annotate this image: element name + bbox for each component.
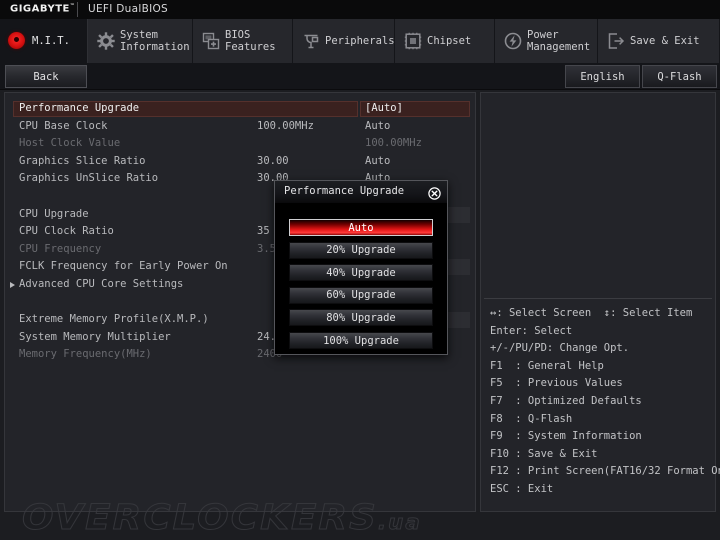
setting-option-value: [Auto] xyxy=(365,102,403,114)
setting-option-value: Auto xyxy=(365,119,391,132)
watermark-main: OVERCLOCKERS xyxy=(21,498,378,539)
setting-label: FCLK Frequency for Early Power On xyxy=(19,260,228,273)
dialog-option[interactable]: Auto xyxy=(289,219,433,236)
chip-plus-icon xyxy=(202,32,220,50)
qflash-button[interactable]: Q-Flash xyxy=(642,65,717,88)
dialog-options-list: Auto 20% Upgrade 40% Upgrade 60% Upgrade 80%… xyxy=(275,203,447,354)
trademark-symbol: ™ xyxy=(69,3,76,9)
dialog-title: Performance Upgrade xyxy=(284,185,405,197)
language-button[interactable]: English xyxy=(565,65,640,88)
help-line: F8 : Q-Flash xyxy=(490,412,573,425)
tab-peripherals[interactable]: Peripherals xyxy=(293,19,395,63)
setting-label: Host Clock Value xyxy=(19,137,121,150)
setting-label: Performance Upgrade xyxy=(19,102,140,114)
setting-row[interactable]: Graphics Slice Ratio 30.00 Auto xyxy=(5,154,475,171)
setting-current-value: 30.00 xyxy=(257,154,289,167)
submenu-arrow-icon xyxy=(10,282,15,288)
setting-label: Extreme Memory Profile(X.M.P.) xyxy=(19,313,209,326)
brand-subtitle: UEFI DualBIOS xyxy=(88,3,169,15)
dialog-title-bar: Performance Upgrade xyxy=(275,181,447,204)
tab-label: Save & Exit xyxy=(630,35,700,47)
setting-option-value: Auto xyxy=(365,154,391,167)
setting-label: Memory Frequency(MHz) xyxy=(19,348,152,361)
dialog-option[interactable]: 60% Upgrade xyxy=(289,286,433,304)
lightning-icon xyxy=(504,32,522,50)
gigabyte-logo-text: GIGABYTE xyxy=(10,3,70,15)
plug-icon xyxy=(302,32,320,50)
tab-label: BIOS Features xyxy=(225,29,276,53)
help-panel-divider xyxy=(484,298,712,299)
setting-current-value: 35 xyxy=(257,225,270,238)
tab-chipset[interactable]: Chipset xyxy=(395,19,495,63)
help-line: F5 : Previous Values xyxy=(490,377,623,390)
dialog-option[interactable]: 40% Upgrade xyxy=(289,264,433,282)
watermark: OVERCLOCKERS.ua xyxy=(21,498,422,539)
setting-label: CPU Clock Ratio xyxy=(19,225,114,238)
watermark-suffix: .ua xyxy=(377,510,422,535)
help-line: F9 : System Information xyxy=(490,430,642,443)
tab-save-exit[interactable]: Save & Exit xyxy=(598,19,720,63)
tab-label: M.I.T. xyxy=(32,35,70,47)
dialog-option[interactable]: 80% Upgrade xyxy=(289,309,433,327)
sub-toolbar: Back English Q-Flash xyxy=(0,63,720,90)
tab-label: Peripherals xyxy=(325,35,395,47)
gauge-icon xyxy=(8,32,25,49)
setting-label: CPU Frequency xyxy=(19,242,102,255)
chipset-icon xyxy=(404,32,422,50)
setting-label: Graphics UnSlice Ratio xyxy=(19,172,159,185)
back-button[interactable]: Back xyxy=(5,65,87,88)
help-line: Enter: Select xyxy=(490,324,573,337)
help-line: F1 : General Help xyxy=(490,359,604,372)
close-circle-icon[interactable] xyxy=(428,185,441,200)
help-line: ESC : Exit xyxy=(490,483,554,495)
tab-label: System Information xyxy=(120,29,190,53)
tab-label: Power Management xyxy=(527,29,591,53)
tab-m-i-t[interactable]: M.I.T. xyxy=(0,19,88,63)
performance-upgrade-dialog: Performance Upgrade Auto 20% Upgrade 40% U… xyxy=(274,180,448,355)
dialog-option[interactable]: 20% Upgrade xyxy=(289,241,433,259)
gigabyte-logo: GIGABYTE™ xyxy=(10,3,75,14)
setting-label: System Memory Multiplier xyxy=(19,330,171,343)
setting-label: Advanced CPU Core Settings xyxy=(19,278,184,290)
tab-label: Chipset xyxy=(427,35,472,47)
setting-row[interactable]: Performance Upgrade [Auto] xyxy=(5,101,475,118)
brand-divider xyxy=(77,2,78,17)
help-line: F10 : Save & Exit xyxy=(490,447,598,460)
setting-label: CPU Base Clock xyxy=(19,119,108,132)
setting-current-value: 100.00MHz xyxy=(257,119,314,132)
help-line: ↔: Select Screen ↕: Select Item xyxy=(490,307,693,319)
help-line: F12 : Print Screen(FAT16/32 Format Only) xyxy=(490,465,720,478)
brand-bar: GIGABYTE™ UEFI DualBIOS xyxy=(0,0,720,20)
tab-system-information[interactable]: System Information xyxy=(88,19,193,63)
gear-icon xyxy=(97,32,115,50)
setting-row[interactable]: Host Clock Value 100.00MHz xyxy=(5,136,475,153)
tab-bios-features[interactable]: BIOS Features xyxy=(193,19,293,63)
main-tab-bar: M.I.T. System Information BIOS Features Perip… xyxy=(0,19,720,63)
help-line: F7 : Optimized Defaults xyxy=(490,395,642,407)
help-line: +/-/PU/PD: Change Opt. xyxy=(490,342,630,355)
setting-option-value: 100.00MHz xyxy=(365,137,422,150)
setting-label: CPU Upgrade xyxy=(19,207,89,220)
help-panel: ↔: Select Screen ↕: Select Item Enter: Se… xyxy=(480,92,720,512)
dialog-option[interactable]: 100% Upgrade xyxy=(289,332,433,349)
tab-power-management[interactable]: Power Management xyxy=(495,19,598,63)
setting-row[interactable]: CPU Base Clock 100.00MHz Auto xyxy=(5,119,475,136)
setting-label: Graphics Slice Ratio xyxy=(19,154,146,167)
exit-icon xyxy=(607,32,625,50)
